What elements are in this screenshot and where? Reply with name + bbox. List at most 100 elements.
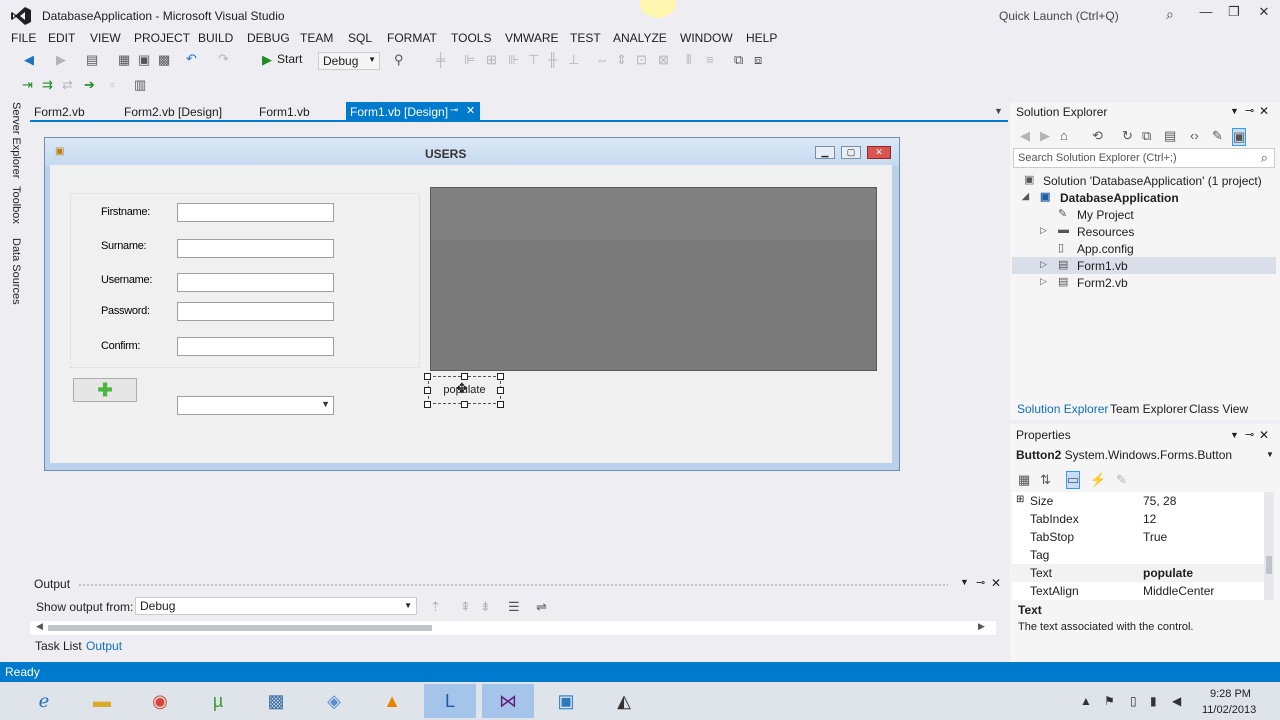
resize-handle-w[interactable] <box>424 387 431 394</box>
tab-order-icon[interactable]: ⇄ <box>62 77 73 93</box>
add-user-button[interactable]: ✚ <box>73 378 137 402</box>
new-project-icon[interactable]: ▤ <box>86 52 98 68</box>
tab-form1-vb[interactable]: Form1.vb <box>255 102 314 122</box>
menu-edit[interactable]: EDIT <box>48 31 75 45</box>
save-all-icon[interactable]: ▩ <box>158 52 170 68</box>
make-same-size-icon[interactable]: ⊡ <box>636 52 647 68</box>
align-middles-icon[interactable]: ╫ <box>548 52 557 67</box>
utorrent-icon[interactable]: µ <box>192 684 244 718</box>
firstname-field[interactable] <box>177 203 334 222</box>
save-icon[interactable]: ▣ <box>138 52 150 68</box>
menu-window[interactable]: WINDOW <box>680 31 733 45</box>
forward-icon[interactable]: ▶ <box>56 52 66 68</box>
back-icon[interactable]: ◀ <box>24 52 34 68</box>
redo-icon[interactable]: ↷ <box>218 51 229 67</box>
size-to-grid-icon[interactable]: ⊠ <box>658 52 669 68</box>
step-over-icon[interactable]: ⇉ <box>42 77 53 93</box>
collapsed-arrow-icon[interactable]: ▷ <box>1040 259 1047 270</box>
prop-row-text[interactable]: Text populate <box>1012 564 1264 582</box>
tool-icon[interactable]: ◭ <box>598 684 650 718</box>
volume-icon[interactable]: ◀ <box>1172 694 1181 708</box>
tab-overflow-chevron-icon[interactable]: ▼ <box>994 106 1003 116</box>
prop-row-size[interactable]: ⊞ Size 75, 28 <box>1012 492 1264 510</box>
align-grid-icon[interactable]: ╪ <box>436 52 445 67</box>
username-field[interactable] <box>177 273 334 292</box>
categorized-icon[interactable]: ▦ <box>1018 472 1030 488</box>
show-all-files-icon[interactable]: ▤ <box>1164 128 1176 144</box>
align-bottoms-icon[interactable]: ⊥ <box>568 52 579 68</box>
resize-handle-sw[interactable] <box>424 401 431 408</box>
menu-file[interactable]: FILE <box>11 31 36 45</box>
collapsed-arrow-icon[interactable]: ▷ <box>1040 276 1047 287</box>
prop-menu-chevron-icon[interactable]: ▼ <box>1230 430 1239 440</box>
bring-to-front-icon[interactable]: ⧉ <box>734 52 743 68</box>
collapse-all-icon[interactable]: ⧉ <box>1142 128 1151 144</box>
tree-item-form2[interactable]: ▷ ▤ Form2.vb <box>1012 274 1276 291</box>
resize-handle-nw[interactable] <box>424 373 431 380</box>
tree-item-app-config[interactable]: ▯ App.config <box>1012 240 1276 257</box>
menu-sql[interactable]: SQL <box>348 31 372 45</box>
properties-object-select[interactable]: Button2 System.Windows.Forms.Button ▼ <box>1016 448 1274 462</box>
menu-build[interactable]: BUILD <box>198 31 233 45</box>
align-rights-icon[interactable]: ⊪ <box>508 52 519 68</box>
menu-help[interactable]: HELP <box>746 31 777 45</box>
explorer-icon[interactable]: ▬ <box>76 684 128 718</box>
horizontal-spacing-icon[interactable]: ⫴ <box>686 52 691 68</box>
tray-chevron-icon[interactable]: ▲ <box>1080 694 1092 708</box>
lock-controls-icon[interactable]: ▫ <box>110 77 115 92</box>
expand-plus-icon[interactable]: ⊞ <box>1016 494 1024 505</box>
menu-vmware[interactable]: VMWARE <box>505 31 559 45</box>
ie-icon[interactable]: ℯ <box>18 684 70 718</box>
sol-forward-icon[interactable]: ▶ <box>1040 128 1050 144</box>
server-explorer-tab[interactable]: Server Explorer <box>10 102 22 178</box>
panel-pin-icon[interactable]: ⊸ <box>1245 104 1254 117</box>
refresh-icon[interactable]: ↻ <box>1122 128 1133 144</box>
find-in-output-icon[interactable]: ⇡ <box>430 599 441 615</box>
prop-row-textalign[interactable]: TextAlign MiddleCenter <box>1012 582 1264 600</box>
properties-wrench-icon[interactable]: ✎ <box>1212 128 1223 144</box>
scroll-right-icon[interactable]: ▶ <box>978 621 985 632</box>
tree-item-form1[interactable]: ▷ ▤ Form1.vb <box>1012 257 1276 274</box>
undo-icon[interactable]: ↶ <box>186 51 197 67</box>
properties-view-icon[interactable]: ▭ <box>1066 471 1081 489</box>
events-icon[interactable]: ⚡ <box>1090 472 1106 488</box>
chrome-icon[interactable]: ◉ <box>134 684 186 718</box>
output-menu-chevron-icon[interactable]: ▼ <box>960 577 969 587</box>
expanded-arrow-icon[interactable]: ◢ <box>1022 191 1029 202</box>
menu-team[interactable]: TEAM <box>300 31 333 45</box>
resize-handle-s[interactable] <box>461 401 468 408</box>
tab-task-list[interactable]: Task List <box>35 639 82 653</box>
lync-icon[interactable]: L <box>424 684 476 718</box>
sync-icon[interactable]: ⟲ <box>1092 128 1103 144</box>
home-icon[interactable]: ⌂ <box>1060 128 1068 143</box>
tab-output[interactable]: Output <box>86 639 122 653</box>
horizontal-scrollbar-thumb[interactable] <box>48 625 432 631</box>
tree-item-project[interactable]: ◢ ▣ DatabaseApplication <box>1012 189 1276 206</box>
output-source-select[interactable]: Debug ▼ <box>135 597 417 615</box>
start-icon[interactable]: ▶ <box>262 52 272 68</box>
properties-scrollbar-thumb[interactable] <box>1266 556 1272 574</box>
data-sources-tab[interactable]: Data Sources <box>10 238 22 305</box>
menu-test[interactable]: TEST <box>570 31 601 45</box>
prop-row-tabindex[interactable]: TabIndex 12 <box>1012 510 1264 528</box>
menu-project[interactable]: PROJECT <box>134 31 190 45</box>
menu-tools[interactable]: TOOLS <box>451 31 491 45</box>
make-same-height-icon[interactable]: ⇕ <box>616 52 627 68</box>
tree-item-solution[interactable]: ▣ Solution 'DatabaseApplication' (1 proj… <box>1012 172 1276 189</box>
align-tops-icon[interactable]: ⊤ <box>528 52 539 68</box>
find-icon[interactable]: ⚲ <box>394 52 404 68</box>
previous-message-icon[interactable]: ⇞ <box>460 599 471 615</box>
send-to-back-icon[interactable]: ⧈ <box>754 52 762 68</box>
confirm-field[interactable] <box>177 337 334 356</box>
tab-team-explorer[interactable]: Team Explorer <box>1110 402 1187 416</box>
vertical-spacing-icon[interactable]: ≡ <box>706 52 714 67</box>
tree-item-resources[interactable]: ▷ ▬ Resources <box>1012 223 1276 240</box>
user-combo-box[interactable]: ▼ <box>177 396 334 415</box>
collapsed-arrow-icon[interactable]: ▷ <box>1040 225 1047 236</box>
close-button[interactable]: ✕ <box>1250 4 1278 24</box>
data-grid-view[interactable] <box>430 187 877 371</box>
tab-form1-design[interactable]: Form1.vb [Design] ⊸ ✕ <box>346 102 480 122</box>
solution-config-select[interactable]: Debug ▼ <box>318 52 380 70</box>
menu-analyze[interactable]: ANALYZE <box>613 31 667 45</box>
make-same-width-icon[interactable]: ⇔ <box>596 52 609 67</box>
